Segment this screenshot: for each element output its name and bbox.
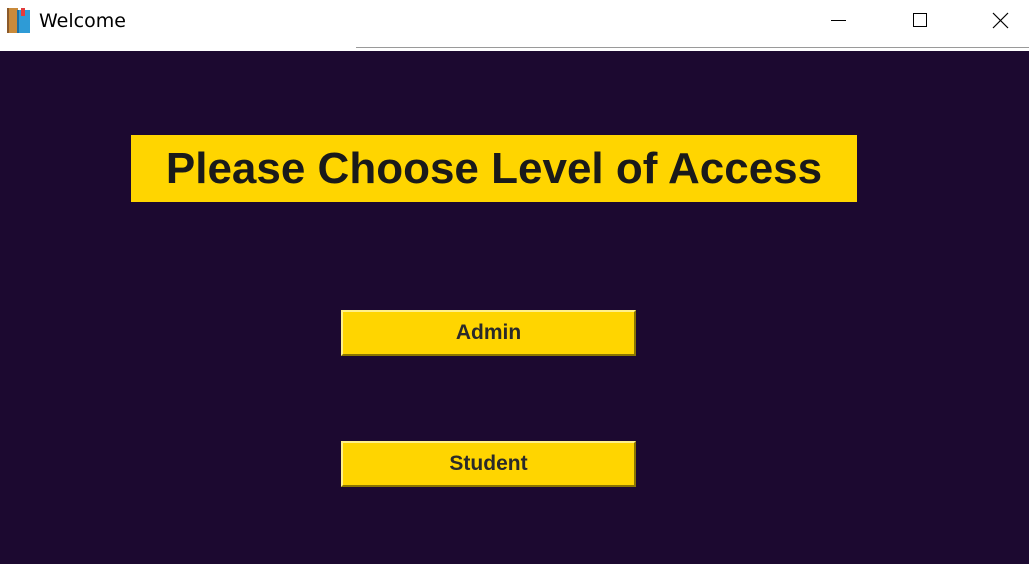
- minimize-button[interactable]: [815, 0, 861, 42]
- student-button[interactable]: Student: [341, 441, 636, 487]
- window-title: Welcome: [39, 10, 126, 32]
- page-title: Please Choose Level of Access: [131, 135, 857, 202]
- content-panel: Please Choose Level of Access Admin Stud…: [0, 51, 1029, 564]
- close-button[interactable]: [977, 0, 1023, 42]
- admin-button[interactable]: Admin: [341, 310, 636, 356]
- title-bar[interactable]: Welcome: [0, 0, 1029, 44]
- welcome-window: Welcome Please Choose Level of Access Ad…: [0, 0, 1029, 564]
- book-app-icon: [6, 7, 32, 34]
- title-bar-divider: [356, 47, 1029, 48]
- maximize-button[interactable]: [897, 0, 943, 42]
